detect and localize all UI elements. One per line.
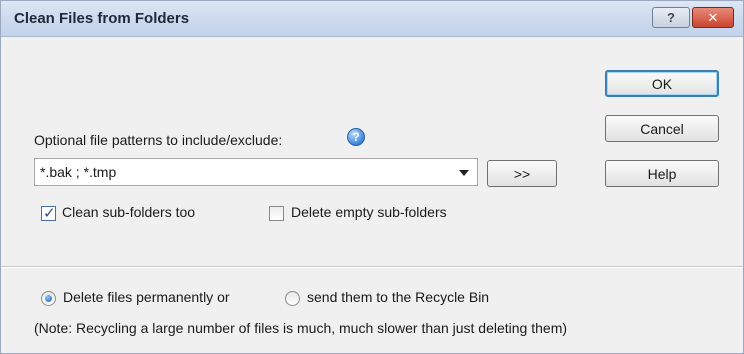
radio-selected-dot — [45, 295, 52, 302]
file-patterns-label: Optional file patterns to include/exclud… — [34, 132, 283, 148]
clean-subfolders-label[interactable]: Clean sub-folders too — [62, 204, 195, 220]
delete-empty-subfolders-checkbox[interactable] — [269, 206, 284, 221]
close-button[interactable]: ✕ — [692, 7, 734, 28]
title-bar[interactable]: Clean Files from Folders ? ✕ — [1, 1, 743, 37]
ok-button[interactable]: OK — [605, 70, 719, 97]
dialog-content: OK Cancel Help Optional file patterns to… — [1, 38, 743, 353]
recycle-bin-radio[interactable] — [285, 291, 300, 306]
clean-files-dialog: Clean Files from Folders ? ✕ OK Cancel H… — [0, 0, 744, 354]
recycling-note: (Note: Recycling a large number of files… — [34, 320, 568, 336]
file-patterns-combobox[interactable]: *.bak ; *.tmp — [34, 158, 478, 186]
delete-permanently-radio[interactable] — [41, 291, 56, 306]
recycle-bin-label[interactable]: send them to the Recycle Bin — [307, 289, 489, 305]
info-icon[interactable]: ? — [347, 128, 365, 146]
clean-subfolders-checkbox[interactable]: ✓ — [41, 205, 56, 222]
delete-permanently-label[interactable]: Delete files permanently or — [63, 289, 230, 305]
question-icon: ? — [667, 10, 675, 25]
window-title: Clean Files from Folders — [14, 10, 190, 27]
cancel-button[interactable]: Cancel — [605, 115, 719, 142]
delete-empty-subfolders-label[interactable]: Delete empty sub-folders — [291, 204, 447, 220]
checkmark-icon: ✓ — [43, 205, 56, 222]
more-button[interactable]: >> — [487, 160, 557, 187]
title-help-button[interactable]: ? — [652, 7, 690, 28]
file-patterns-value[interactable]: *.bak ; *.tmp — [40, 164, 116, 180]
info-glyph: ? — [352, 130, 360, 144]
chevron-down-icon[interactable] — [459, 170, 469, 176]
help-button[interactable]: Help — [605, 160, 719, 187]
divider — [1, 266, 743, 268]
close-icon: ✕ — [707, 9, 719, 25]
